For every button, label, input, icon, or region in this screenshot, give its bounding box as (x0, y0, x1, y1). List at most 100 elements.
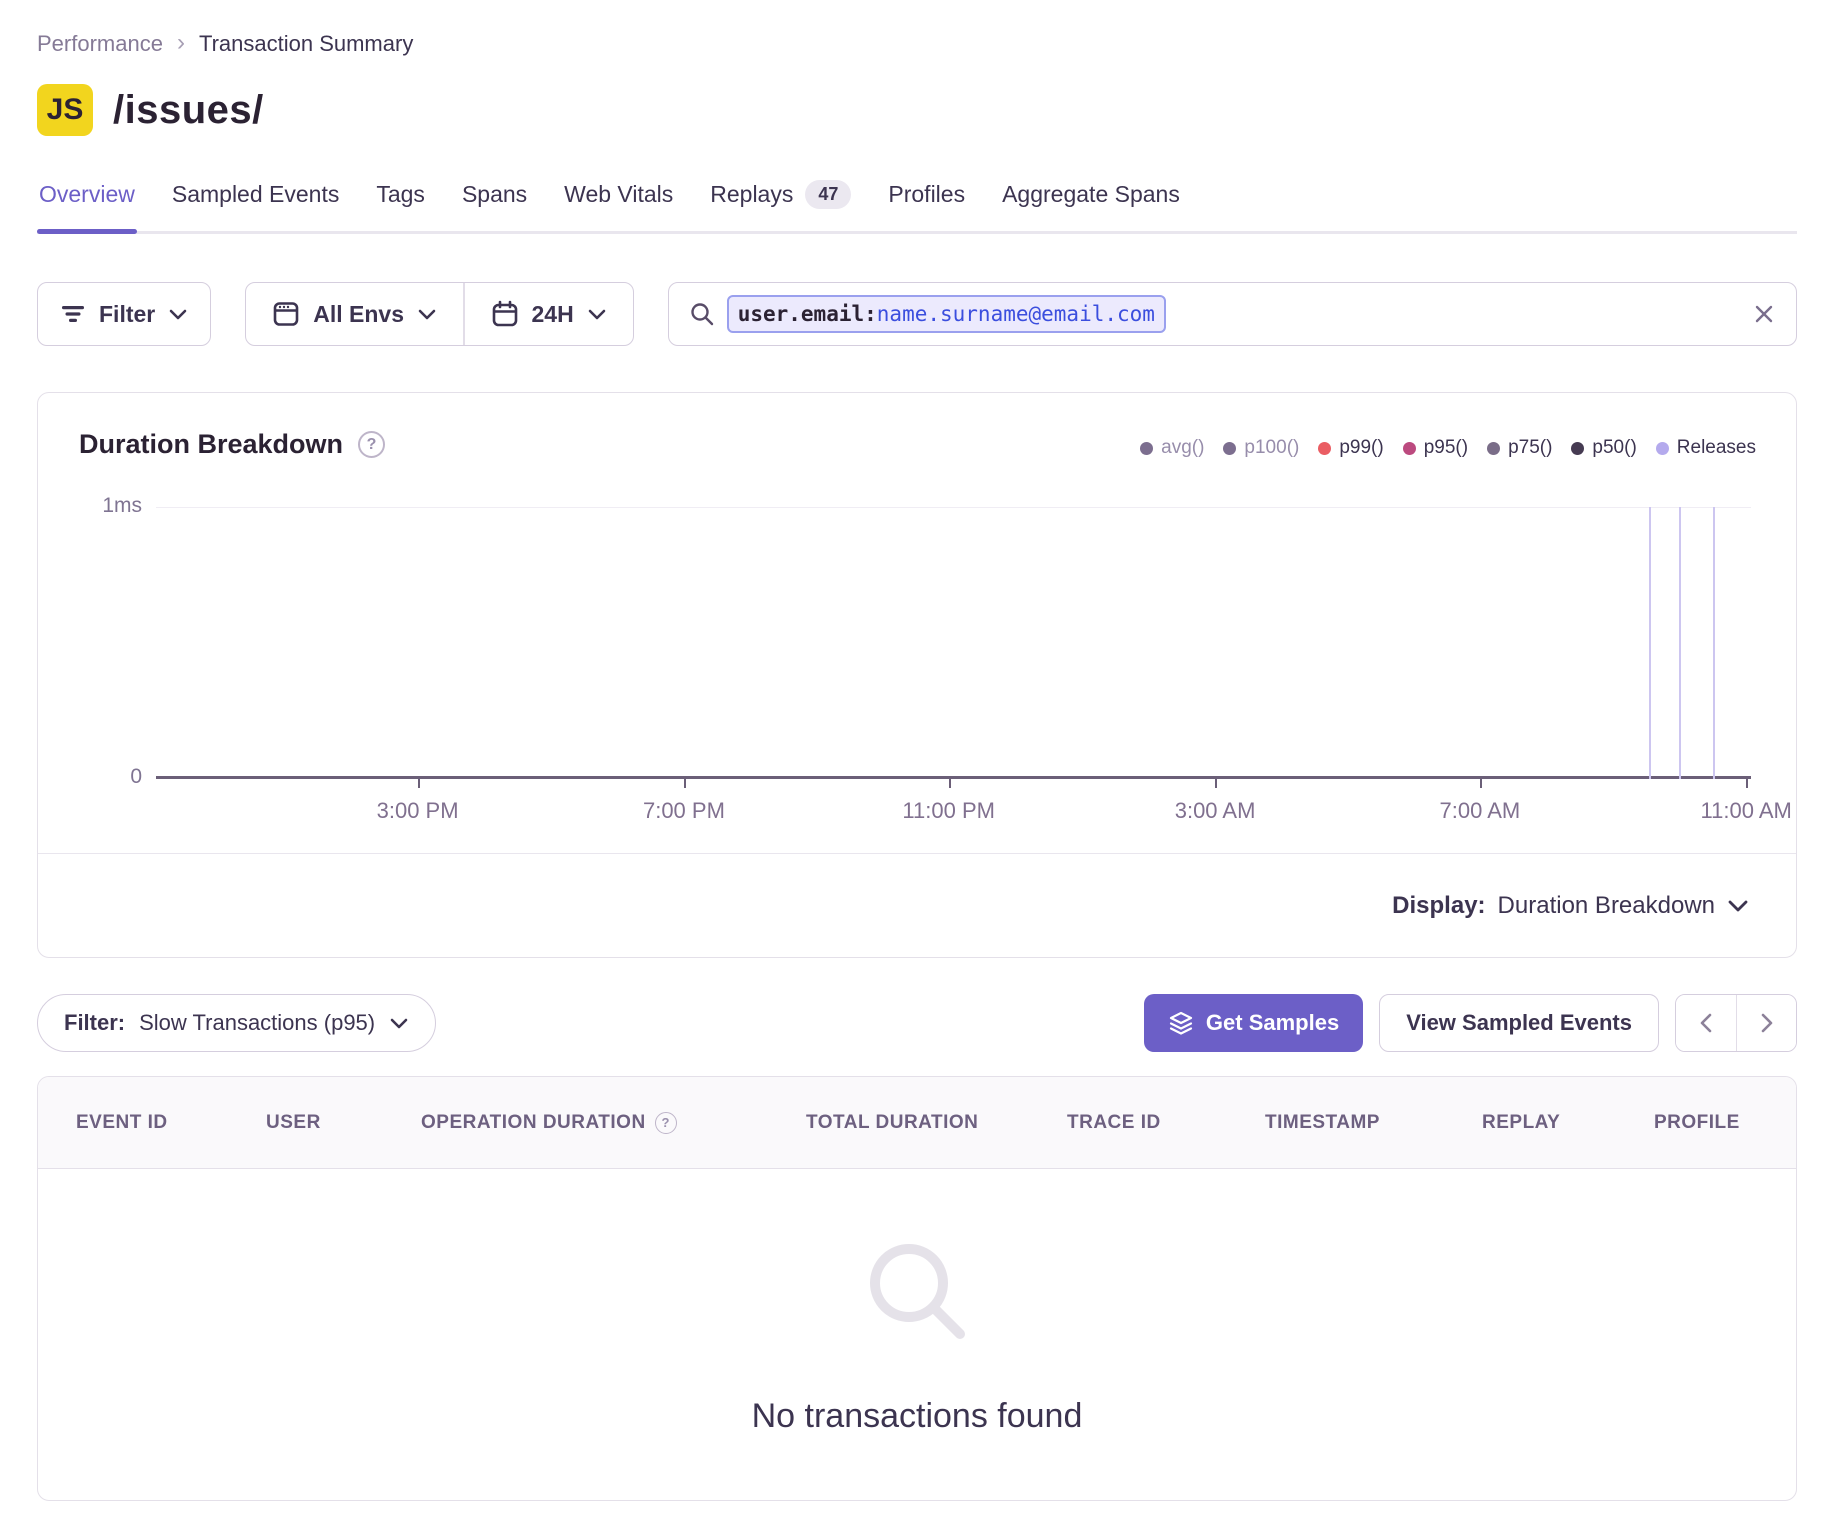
x-axis-tick (1480, 779, 1482, 788)
tab-sampled-events[interactable]: Sampled Events (170, 180, 341, 231)
x-axis-label: 3:00 PM (377, 798, 459, 824)
chart-area: 1ms 0 3:00 PM7:00 PM11:00 PM3:00 AM7:00 … (38, 393, 1796, 853)
filter-button[interactable]: Filter (37, 282, 211, 346)
transactions-table: EVENT ID USER OPERATION DURATION? TOTAL DUR… (37, 1076, 1797, 1501)
title-row: JS /issues/ (37, 84, 1797, 136)
y-axis-label-top: 1ms (38, 494, 142, 518)
column-header-total-duration: TOTAL DURATION (806, 1077, 978, 1168)
tab-label: Spans (462, 181, 527, 208)
x-axis-tick (1215, 779, 1217, 788)
search-icon (689, 301, 715, 327)
tab-spans[interactable]: Spans (460, 180, 529, 231)
calendar-icon (491, 300, 519, 328)
table-empty-state: No transactions found (38, 1169, 1796, 1501)
column-header-operation-duration: OPERATION DURATION? (421, 1077, 677, 1168)
tab-label: Sampled Events (172, 181, 339, 208)
x-axis-tick (1746, 779, 1748, 788)
view-sampled-events-button[interactable]: View Sampled Events (1379, 994, 1659, 1052)
breadcrumb: Performance › Transaction Summary (37, 0, 1797, 58)
column-header-label: TOTAL DURATION (806, 1112, 978, 1134)
environment-selector[interactable]: All Envs (246, 283, 463, 345)
chart-plot[interactable]: 3:00 PM7:00 PM11:00 PM3:00 AM7:00 AM11:0… (156, 507, 1751, 779)
tab-label: Replays (710, 181, 793, 208)
tab-web-vitals[interactable]: Web Vitals (562, 180, 675, 231)
chevron-down-icon (417, 308, 437, 320)
breadcrumb-performance[interactable]: Performance (37, 31, 163, 57)
tab-label: Tags (376, 181, 425, 208)
column-header-label: EVENT ID (76, 1112, 168, 1134)
platform-js-badge: JS (37, 84, 93, 136)
column-header-replay: REPLAY (1482, 1077, 1560, 1168)
release-marker-line[interactable] (1713, 507, 1715, 779)
x-axis-tick (418, 779, 420, 788)
column-header-label: REPLAY (1482, 1112, 1560, 1134)
chevron-down-icon (1727, 899, 1749, 913)
x-axis-label: 7:00 AM (1439, 798, 1520, 824)
search-empty-icon (857, 1235, 977, 1355)
view-sampled-events-label: View Sampled Events (1406, 1010, 1632, 1036)
x-axis-label: 7:00 PM (643, 798, 725, 824)
chevron-left-icon (1699, 1012, 1713, 1034)
release-marker-line[interactable] (1649, 507, 1651, 779)
x-axis-tick (949, 779, 951, 788)
display-selector[interactable]: Display: Duration Breakdown (1392, 892, 1749, 920)
help-icon[interactable]: ? (655, 1112, 677, 1134)
search-token-value: name.surname@email.com (877, 302, 1155, 326)
samples-row: Filter: Slow Transactions (p95) Get Samp… (37, 994, 1797, 1052)
breadcrumb-separator-icon: › (177, 29, 185, 57)
tab-replays[interactable]: Replays 47 (708, 180, 853, 231)
column-header-timestamp: TIMESTAMP (1265, 1077, 1380, 1168)
x-axis-label: 3:00 AM (1175, 798, 1256, 824)
duration-breakdown-panel: Duration Breakdown ? avg()p100()p99()p95… (37, 392, 1797, 958)
tab-profiles[interactable]: Profiles (886, 180, 967, 231)
tab-label: Profiles (888, 181, 965, 208)
display-value: Duration Breakdown (1498, 892, 1715, 920)
transactions-filter-label: Filter: (64, 1010, 125, 1036)
chevron-down-icon (587, 308, 607, 320)
close-icon[interactable] (1752, 302, 1776, 326)
column-header-label: USER (266, 1112, 321, 1134)
page-title: /issues/ (113, 88, 264, 133)
column-header-label: PROFILE (1654, 1112, 1740, 1134)
transactions-filter-dropdown[interactable]: Filter: Slow Transactions (p95) (37, 994, 436, 1052)
get-samples-label: Get Samples (1206, 1010, 1339, 1036)
date-range-selector[interactable]: 24H (465, 283, 633, 345)
tab-label: Aggregate Spans (1002, 181, 1180, 208)
search-input[interactable]: user.email: name.surname@email.com (668, 282, 1797, 346)
table-header-row: EVENT ID USER OPERATION DURATION? TOTAL DUR… (38, 1077, 1796, 1169)
tab-count-badge: 47 (805, 180, 851, 209)
filter-button-label: Filter (99, 301, 155, 328)
env-date-group: All Envs 24H (245, 282, 633, 346)
column-header-trace-id: TRACE ID (1067, 1077, 1161, 1168)
get-samples-button[interactable]: Get Samples (1144, 994, 1363, 1052)
chart-footer: Display: Duration Breakdown (38, 853, 1796, 957)
pagination (1675, 994, 1797, 1052)
tab-bar: Overview Sampled Events Tags Spans Web Vital… (37, 180, 1797, 234)
tab-overview[interactable]: Overview (37, 180, 137, 231)
y-axis-label-bottom: 0 (38, 765, 142, 789)
transaction-summary-page: Performance › Transaction Summary JS /is… (0, 0, 1834, 1532)
release-marker-line[interactable] (1679, 507, 1681, 779)
column-header-label: OPERATION DURATION (421, 1112, 646, 1134)
column-header-event-id: EVENT ID (76, 1077, 168, 1168)
chevron-down-icon (389, 1017, 409, 1030)
date-range-label: 24H (532, 301, 574, 328)
search-filter-token[interactable]: user.email: name.surname@email.com (727, 295, 1166, 333)
display-label: Display: (1392, 892, 1485, 920)
previous-page-button[interactable] (1676, 995, 1736, 1051)
x-axis-label: 11:00 AM (1701, 798, 1792, 824)
x-axis-tick (684, 779, 686, 788)
column-header-profile: PROFILE (1654, 1077, 1740, 1168)
empty-state-text: No transactions found (752, 1397, 1083, 1436)
column-header-label: TIMESTAMP (1265, 1112, 1380, 1134)
search-token-key: user.email: (738, 302, 877, 326)
chevron-down-icon (168, 308, 188, 320)
chevron-right-icon (1760, 1012, 1774, 1034)
column-header-label: TRACE ID (1067, 1112, 1161, 1134)
tab-tags[interactable]: Tags (374, 180, 427, 231)
next-page-button[interactable] (1736, 995, 1796, 1051)
transactions-filter-value: Slow Transactions (p95) (139, 1010, 375, 1036)
controls-row: Filter All Envs (37, 282, 1797, 346)
gridline-1ms (156, 507, 1751, 508)
tab-aggregate-spans[interactable]: Aggregate Spans (1000, 180, 1182, 231)
